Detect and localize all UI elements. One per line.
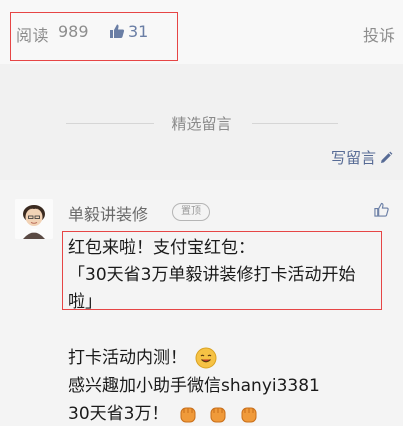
pinned-badge: 置顶 (172, 203, 210, 221)
read-label: 阅读 (16, 26, 50, 45)
fist-emoji-icon (241, 407, 257, 423)
comment-text: 打卡活动内测！ (68, 348, 187, 368)
comment-line: 「30天省3万单毅讲装修打卡活动开始 (68, 265, 356, 285)
comment-line: 啦」 (68, 292, 102, 312)
smile-emoji-icon (195, 347, 217, 369)
thumbs-up-icon[interactable] (109, 23, 125, 39)
report-link[interactable]: 投诉 (363, 22, 395, 46)
comment-line: 红包来啦！支付宝红包： (68, 238, 255, 258)
section-title: 精选留言 (171, 115, 232, 133)
like-count: 31 (128, 22, 149, 41)
thumbs-up-icon[interactable] (374, 202, 389, 217)
write-comment-button[interactable]: 写留言 (331, 147, 393, 168)
comment-text: 30天省3万！ (68, 404, 169, 424)
fist-emoji-icon (180, 407, 196, 423)
comment-author[interactable]: 单毅讲装修 (68, 201, 148, 225)
comment-line: 感兴趣加小助手微信shanyi3381 (68, 376, 320, 396)
comment-line-with-emoji: 30天省3万！ (68, 399, 260, 425)
write-comment-label: 写留言 (330, 149, 376, 167)
read-count: 989 (58, 22, 89, 41)
fist-emoji-icon (210, 407, 226, 423)
pencil-icon (381, 151, 393, 163)
comment-line-with-emoji: 打卡活动内测！ (68, 343, 217, 369)
avatar-image (15, 199, 53, 239)
avatar[interactable] (15, 199, 53, 239)
